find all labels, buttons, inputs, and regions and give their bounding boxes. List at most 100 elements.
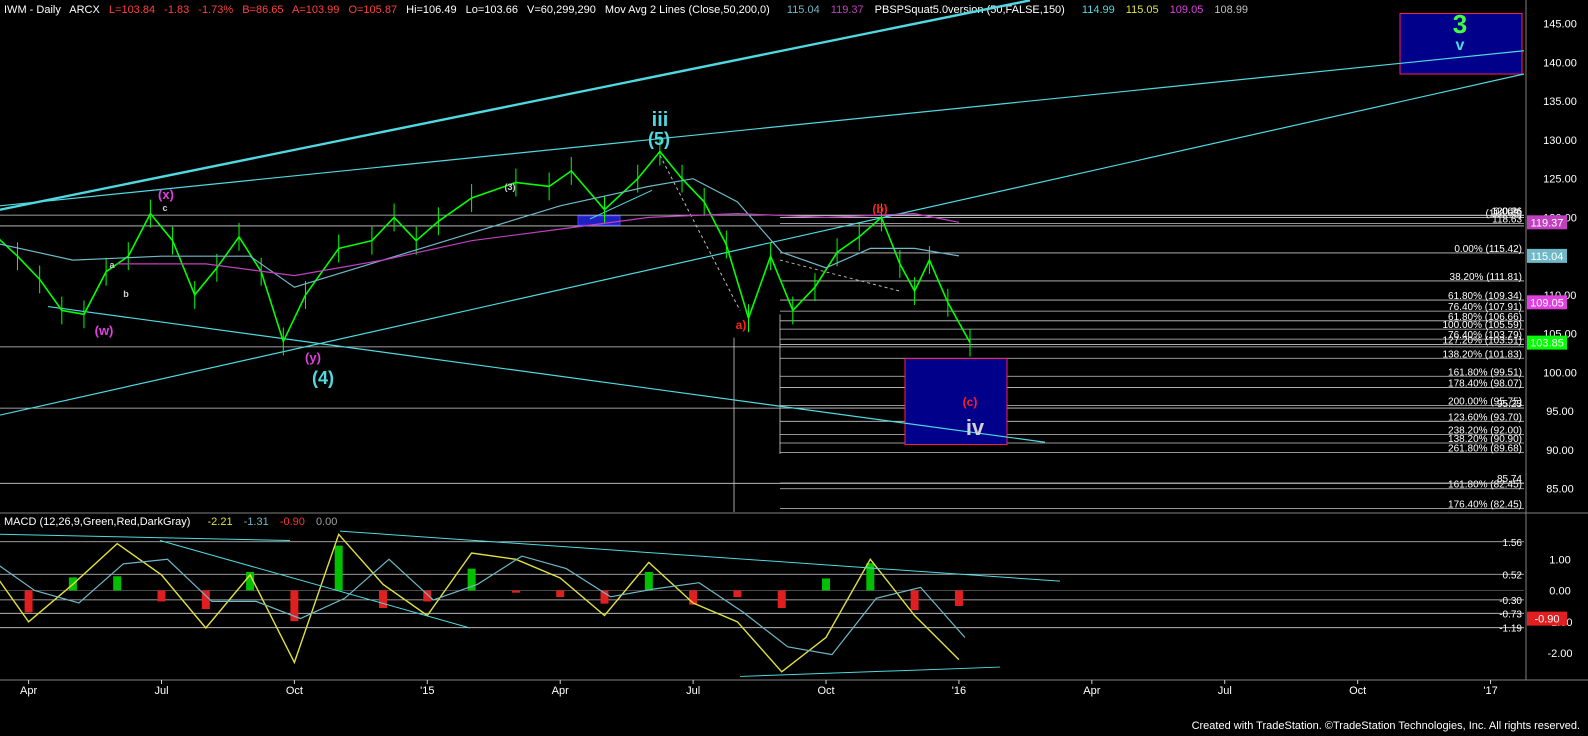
badge-text-1: 115.04 [1531, 251, 1564, 263]
wave-label-a: a) [736, 318, 747, 332]
header-last: L=103.84 [109, 4, 155, 16]
header-line: IWM - Daily ARCX L=103.84 -1.83 -1.73% B… [4, 4, 1248, 16]
macd-hist-bar-17 [733, 590, 742, 598]
header-pbsp-val1: 114.99 [1082, 4, 1115, 16]
wave-label-iv: iv [966, 415, 985, 440]
wave-label-4: (4) [312, 368, 334, 388]
fib-label-4: 0.00% (115.42) [1454, 244, 1522, 255]
chart-background [0, 0, 1588, 736]
fib-label-6: 61.80% (109.34) [1448, 291, 1522, 302]
macd-study: MACD (12,26,9,Green,Red,DarkGray) [4, 516, 190, 528]
header-open: O=105.87 [348, 4, 397, 16]
header-pbsp-study: PBSPSquat5.0version (50,FALSE,150) [875, 4, 1065, 16]
fib-label-14: 178.40% (98.07) [1448, 378, 1522, 389]
x-tick-7: '16 [952, 685, 966, 697]
x-tick-0: Apr [20, 685, 37, 697]
header-pbsp-val4: 108.99 [1214, 4, 1248, 16]
x-tick-1: Jul [154, 685, 168, 697]
x-tick-8: Apr [1083, 685, 1100, 697]
macd-badge-text: -0.90 [1534, 614, 1559, 626]
x-tick-6: Oct [817, 685, 834, 697]
y-tick-10: 90.00 [1546, 445, 1574, 457]
macd-y-tick-0: 1.00 [1549, 554, 1570, 566]
wave-label-y: (y) [305, 350, 321, 365]
badge-text-3: 103.85 [1530, 338, 1564, 350]
header-ask: A=103.99 [292, 4, 339, 16]
fib-label-5: 38.20% (111.81) [1450, 272, 1522, 283]
macd-hist-bar-22 [954, 590, 963, 606]
target-box-iv [904, 358, 1008, 446]
macd-v1: -2.21 [208, 516, 233, 528]
macd-level-label-3: -0.73 [1499, 609, 1522, 620]
macd-hist-bar-8 [334, 545, 343, 591]
wave-label-5: (5) [648, 129, 670, 149]
header-volume: V=60,299,290 [527, 4, 596, 16]
wave-label-b: (b) [872, 202, 887, 216]
wave-label-small-b: b [123, 289, 129, 299]
macd-hist-bar-12 [511, 590, 520, 593]
wave-label-small-3: (3) [505, 182, 516, 192]
macd-hist-bar-3 [113, 576, 122, 591]
macd-v3: -0.90 [280, 516, 305, 528]
fib-label-22: 161.80% (82.45) [1448, 480, 1522, 491]
macd-hist-bar-9 [379, 590, 387, 608]
macd-hist-bar-4 [157, 590, 166, 602]
macd-v4: 0.00 [316, 516, 337, 528]
y-tick-11: 85.00 [1546, 484, 1574, 496]
fib-label-23: 176.40% (82.45) [1448, 500, 1522, 511]
header-ma-study: Mov Avg 2 Lines (Close,50,200,0) [605, 4, 770, 16]
macd-hist-bar-18 [777, 590, 786, 608]
fib-label-3: 118.63 [1492, 215, 1522, 226]
header-ma-val2: 119.37 [831, 4, 864, 16]
x-tick-3: '15 [420, 685, 434, 697]
header-pbsp-val2: 115.05 [1126, 4, 1159, 16]
macd-level-label-2: -0.30 [1499, 596, 1522, 607]
fib-label-20: 261.80% (89.68) [1448, 443, 1522, 454]
y-tick-1: 140.00 [1543, 57, 1577, 69]
badge-text-2: 109.05 [1530, 297, 1564, 309]
header-symbol: IWM - Daily [4, 4, 61, 16]
wave-label-w: (w) [95, 323, 114, 338]
header-bid: B=86.65 [242, 4, 283, 16]
x-tick-4: Apr [552, 685, 569, 697]
wave-label-3: 3 [1453, 9, 1467, 39]
macd-y-tick-1: 0.00 [1549, 586, 1570, 598]
y-tick-9: 95.00 [1546, 406, 1574, 418]
macd-level-label-0: 1.56 [1503, 538, 1523, 549]
macd-header: MACD (12,26,9,Green,Red,DarkGray) -2.21 … [4, 516, 337, 528]
x-tick-11: '17 [1483, 685, 1497, 697]
fib-label-13: 161.80% (99.51) [1448, 367, 1522, 378]
wave-label-c: (c) [963, 395, 978, 409]
x-tick-10: Oct [1349, 685, 1366, 697]
fib-label-11: 127.20% (103.51) [1442, 336, 1522, 347]
x-tick-9: Jul [1218, 685, 1232, 697]
fib-label-17: 123.60% (93.70) [1448, 412, 1522, 423]
header-change-pct: -1.73% [198, 4, 233, 16]
x-tick-5: Jul [686, 685, 700, 697]
y-tick-4: 125.00 [1543, 174, 1577, 186]
macd-hist-bar-15 [644, 571, 653, 591]
y-tick-3: 130.00 [1543, 135, 1577, 147]
macd-v2: -1.31 [244, 516, 269, 528]
x-tick-2: Oct [286, 685, 303, 697]
wave-label-iii: iii [652, 109, 669, 131]
macd-hist-bar-13 [556, 590, 565, 598]
header-low: Lo=103.66 [466, 4, 518, 16]
macd-level-label-1: 0.52 [1503, 570, 1523, 581]
macd-hist-bar-1 [24, 590, 33, 613]
y-tick-2: 135.00 [1543, 96, 1577, 108]
header-ma-val1: 115.04 [787, 4, 820, 16]
y-tick-8: 100.00 [1543, 367, 1577, 379]
y-tick-0: 145.00 [1543, 19, 1577, 31]
fib-label-12: 138.20% (101.83) [1442, 349, 1522, 360]
macd-hist-bar-19 [822, 578, 831, 591]
macd-y-tick-3: -2.00 [1547, 648, 1572, 660]
badge-text-0: 119.37 [1531, 217, 1564, 229]
header-change: -1.83 [164, 4, 189, 16]
wave-label-x: (x) [158, 187, 174, 202]
header-pbsp-val3: 109.05 [1170, 4, 1204, 16]
macd-hist-bar-21 [910, 590, 919, 611]
chart-canvas: IWM - Daily ARCX L=103.84 -1.83 -1.73% B… [0, 0, 1588, 736]
header-exchange: ARCX [69, 4, 100, 16]
macd-level-label-4: -1.19 [1499, 624, 1522, 635]
